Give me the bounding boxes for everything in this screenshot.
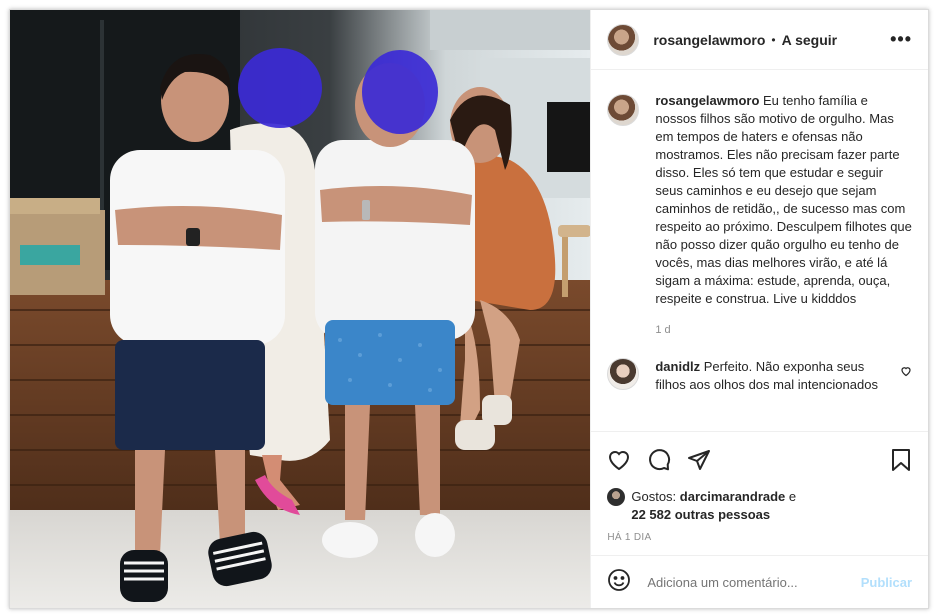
likes-others[interactable]: 22 582 outras pessoas: [631, 507, 770, 522]
blurred-face-1: [238, 48, 322, 128]
comment-text: danidlz Perfeito. Não exponha seus filho…: [655, 358, 892, 394]
author-username[interactable]: rosangelawmoro: [653, 32, 765, 48]
comment-heart-icon[interactable]: [900, 364, 912, 382]
share-icon[interactable]: [687, 448, 711, 472]
caption-timestamp[interactable]: 1 d: [655, 324, 912, 336]
publish-button[interactable]: Publicar: [861, 575, 912, 590]
likes-prefix: Gostos:: [631, 489, 677, 504]
post-header: rosangelawmoro • A seguir •••: [591, 10, 928, 70]
liker-username[interactable]: darcimarandrade: [680, 489, 786, 504]
action-icons: [607, 444, 912, 476]
emoji-icon[interactable]: [607, 568, 631, 597]
commenter-username[interactable]: danidlz: [655, 359, 700, 374]
add-comment-bar: Publicar: [591, 555, 928, 608]
liker-avatar[interactable]: [607, 488, 626, 506]
heart-icon[interactable]: [607, 448, 631, 472]
caption-avatar[interactable]: [607, 94, 640, 126]
commenter-avatar[interactable]: [607, 358, 640, 390]
post-dialog: rosangelawmoro • A seguir ••• rosangelaw…: [9, 9, 929, 609]
author-avatar[interactable]: [607, 23, 640, 56]
caption-body: Eu tenho família e nossos filhos são mot…: [655, 93, 912, 306]
caption-username[interactable]: rosangelawmoro: [655, 93, 759, 108]
following-button[interactable]: A seguir: [782, 32, 838, 48]
comment-input[interactable]: [645, 573, 861, 591]
post-sidebar: rosangelawmoro • A seguir ••• rosangelaw…: [590, 10, 928, 608]
likes-summary: Gostos: darcimarandrade e 22 582 outras …: [607, 488, 912, 524]
comments-list[interactable]: rosangelawmoro Eu tenho família e nossos…: [591, 70, 928, 431]
post-photo[interactable]: [10, 10, 591, 608]
comment-item: danidlz Perfeito. Não exponha seus filho…: [607, 358, 912, 394]
caption-text: rosangelawmoro Eu tenho família e nossos…: [655, 92, 912, 308]
likes-conj: e: [788, 489, 797, 504]
separator-dot: •: [771, 32, 776, 47]
more-options-icon[interactable]: •••: [890, 29, 912, 50]
bookmark-icon[interactable]: [890, 448, 912, 472]
caption: rosangelawmoro Eu tenho família e nossos…: [607, 92, 912, 308]
blurred-face-2: [362, 50, 438, 134]
photo-illustration: [10, 10, 591, 608]
likes-text: Gostos: darcimarandrade e 22 582 outras …: [631, 488, 796, 524]
post-timestamp[interactable]: HÁ 1 DIA: [607, 532, 912, 543]
post-actions: Gostos: darcimarandrade e 22 582 outras …: [591, 431, 928, 555]
comment-icon[interactable]: [647, 448, 671, 472]
